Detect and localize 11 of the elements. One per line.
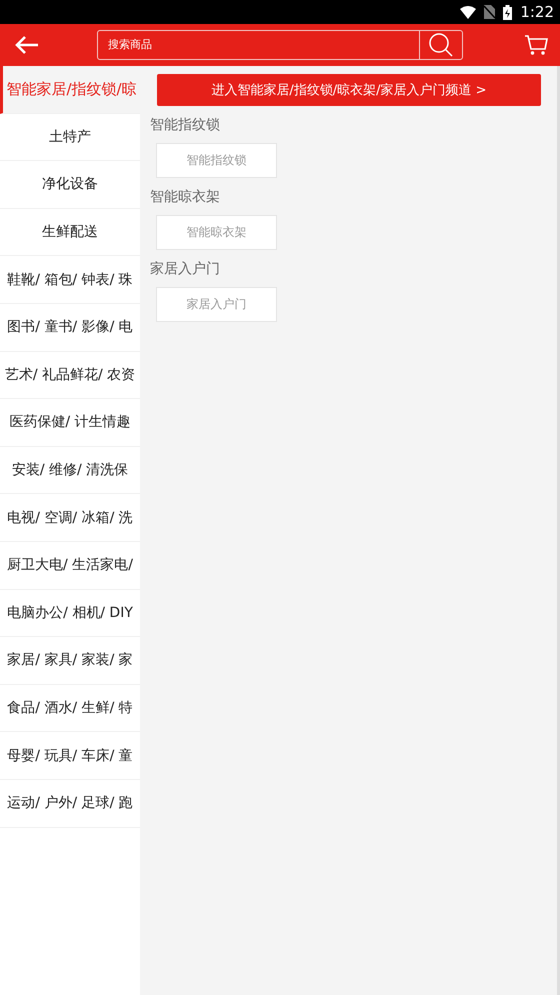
section-title: 智能指纹锁 bbox=[150, 116, 221, 135]
search-bar[interactable]: 搜索商品 bbox=[97, 30, 463, 60]
status-time: 1:22 bbox=[520, 3, 554, 21]
battery-icon bbox=[503, 4, 512, 20]
wifi-icon bbox=[460, 6, 476, 18]
section-title: 智能晾衣架 bbox=[150, 188, 221, 207]
cart-button[interactable] bbox=[524, 34, 548, 56]
section-title: 家居入户门 bbox=[150, 260, 221, 279]
channel-button[interactable]: 进入智能家居/指纹锁/晾衣架/家居入户门频道 > bbox=[157, 74, 541, 106]
category-item[interactable]: 智能家居/指纹锁/晾 bbox=[0, 66, 140, 114]
no-sim-icon bbox=[484, 5, 496, 19]
